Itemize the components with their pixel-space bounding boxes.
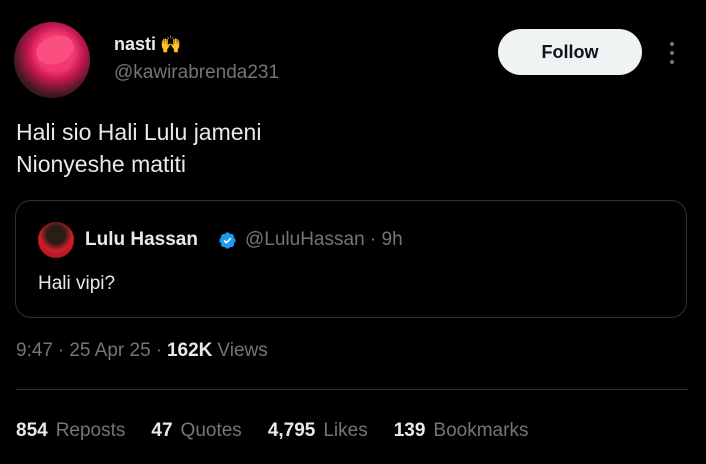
avatar-highlight	[32, 30, 78, 70]
post-text: Hali sio Hali Lulu jameni Nionyeshe mati…	[16, 116, 261, 180]
quoted-post[interactable]: Lulu Hassan @LuluHassan · 9h Hali vipi?	[15, 200, 687, 318]
quotes-label: Quotes	[180, 420, 242, 441]
quoted-post-text: Hali vipi?	[38, 273, 116, 294]
likes-label: Likes	[323, 420, 368, 441]
post-text-line: Hali sio Hali Lulu jameni	[16, 119, 262, 145]
post-time[interactable]: 9:47	[16, 340, 53, 362]
quoted-author-handle-time: @LuluHassan · 9h	[245, 229, 403, 250]
reposts-count: 854	[16, 420, 48, 441]
more-options-icon[interactable]	[662, 36, 682, 70]
quotes-count: 47	[151, 420, 173, 441]
quotes-stat[interactable]: 47 Quotes	[151, 420, 241, 442]
bookmarks-count: 139	[393, 420, 426, 441]
quoted-author-avatar	[38, 222, 74, 258]
meta-separator: ·	[57, 340, 65, 361]
author-name[interactable]: nasti 🙌	[114, 34, 181, 55]
views-count: 162K	[166, 340, 213, 361]
raised-hands-emoji-icon: 🙌	[160, 34, 182, 54]
reposts-stat[interactable]: 854 Reposts	[16, 420, 125, 442]
post-text-line: Nionyeshe matiti	[16, 151, 187, 177]
views-label: Views	[217, 340, 268, 361]
likes-count: 4,795	[267, 420, 316, 441]
verified-badge-icon	[219, 232, 236, 249]
author-handle[interactable]: @kawirabrenda231	[114, 62, 279, 84]
quoted-author-name: Lulu Hassan	[85, 229, 198, 250]
post-meta: 9:47 · 25 Apr 25 · 162K Views	[16, 340, 268, 362]
author-name-text: nasti	[114, 34, 157, 54]
author-avatar[interactable]	[14, 22, 90, 98]
bookmarks-stat[interactable]: 139 Bookmarks	[394, 420, 529, 442]
divider	[16, 389, 688, 390]
bookmarks-label: Bookmarks	[433, 420, 529, 441]
likes-stat[interactable]: 4,795 Likes	[268, 420, 368, 442]
engagement-stats: 854 Reposts 47 Quotes 4,795 Likes 139 Bo…	[16, 420, 528, 442]
post-date[interactable]: 25 Apr 25	[69, 340, 150, 362]
reposts-label: Reposts	[55, 420, 126, 441]
meta-separator: ·	[155, 340, 162, 361]
follow-button[interactable]: Follow	[498, 29, 642, 75]
